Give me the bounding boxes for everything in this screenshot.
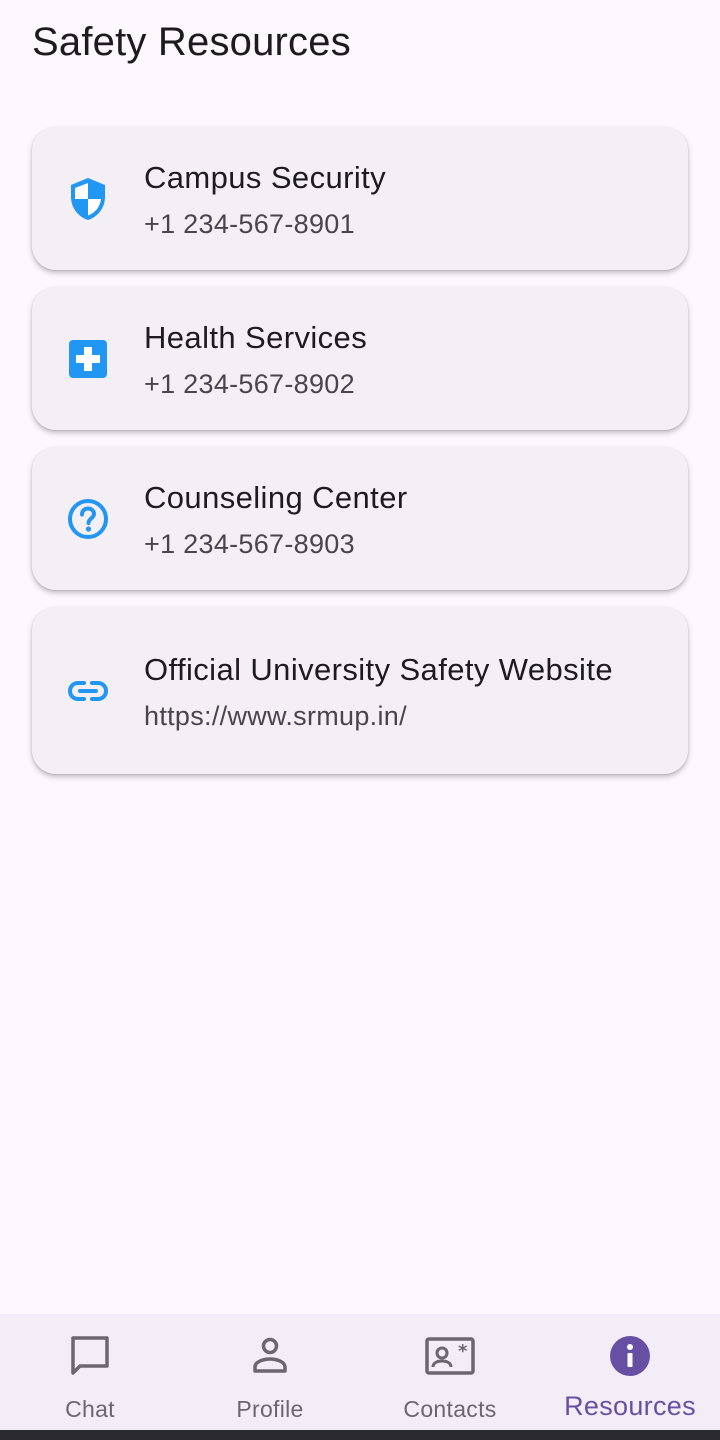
nav-label: Chat [65, 1396, 115, 1422]
nav-label: Profile [236, 1396, 304, 1422]
bottom-navigation: Chat Profile * Contacts Resources [0, 1314, 720, 1430]
nav-label: Resources [564, 1391, 696, 1421]
info-icon [608, 1334, 652, 1378]
resource-url[interactable]: https://www.srmup.in/ [144, 696, 613, 736]
nav-label: Contacts [403, 1396, 497, 1422]
system-gesture-bar [0, 1430, 720, 1440]
svg-text:*: * [458, 1341, 468, 1362]
shield-icon [32, 176, 144, 222]
resource-card-university-website[interactable]: Official University Safety Website https… [32, 607, 688, 774]
resource-title: Campus Security [144, 159, 387, 195]
help-circle-icon [32, 498, 144, 540]
resource-title: Official University Safety Website [144, 651, 614, 687]
resource-list: Campus Security +1 234-567-8901 Health S… [32, 127, 688, 791]
resource-phone: +1 234-567-8903 [144, 528, 355, 559]
page-title: Safety Resources [32, 20, 351, 64]
nav-item-contacts[interactable]: * Contacts [360, 1314, 540, 1430]
medical-cross-icon [32, 339, 144, 378]
resource-phone: +1 234-567-8901 [144, 208, 355, 239]
resource-card-health-services[interactable]: Health Services +1 234-567-8902 [32, 287, 688, 430]
link-icon [32, 680, 144, 702]
resource-card-campus-security[interactable]: Campus Security +1 234-567-8901 [32, 127, 688, 270]
resource-card-counseling-center[interactable]: Counseling Center +1 234-567-8903 [32, 447, 688, 590]
resource-title: Counseling Center [144, 479, 408, 515]
nav-item-chat[interactable]: Chat [0, 1314, 180, 1430]
chat-bubble-icon [68, 1334, 112, 1378]
person-icon [248, 1334, 292, 1378]
contact-card-icon: * [425, 1334, 475, 1378]
nav-item-resources[interactable]: Resources [540, 1314, 720, 1430]
resource-title: Health Services [144, 319, 368, 355]
nav-item-profile[interactable]: Profile [180, 1314, 360, 1430]
app-root: Safety Resources Campus Security +1 234-… [0, 0, 720, 1440]
resource-phone: +1 234-567-8902 [144, 368, 355, 399]
